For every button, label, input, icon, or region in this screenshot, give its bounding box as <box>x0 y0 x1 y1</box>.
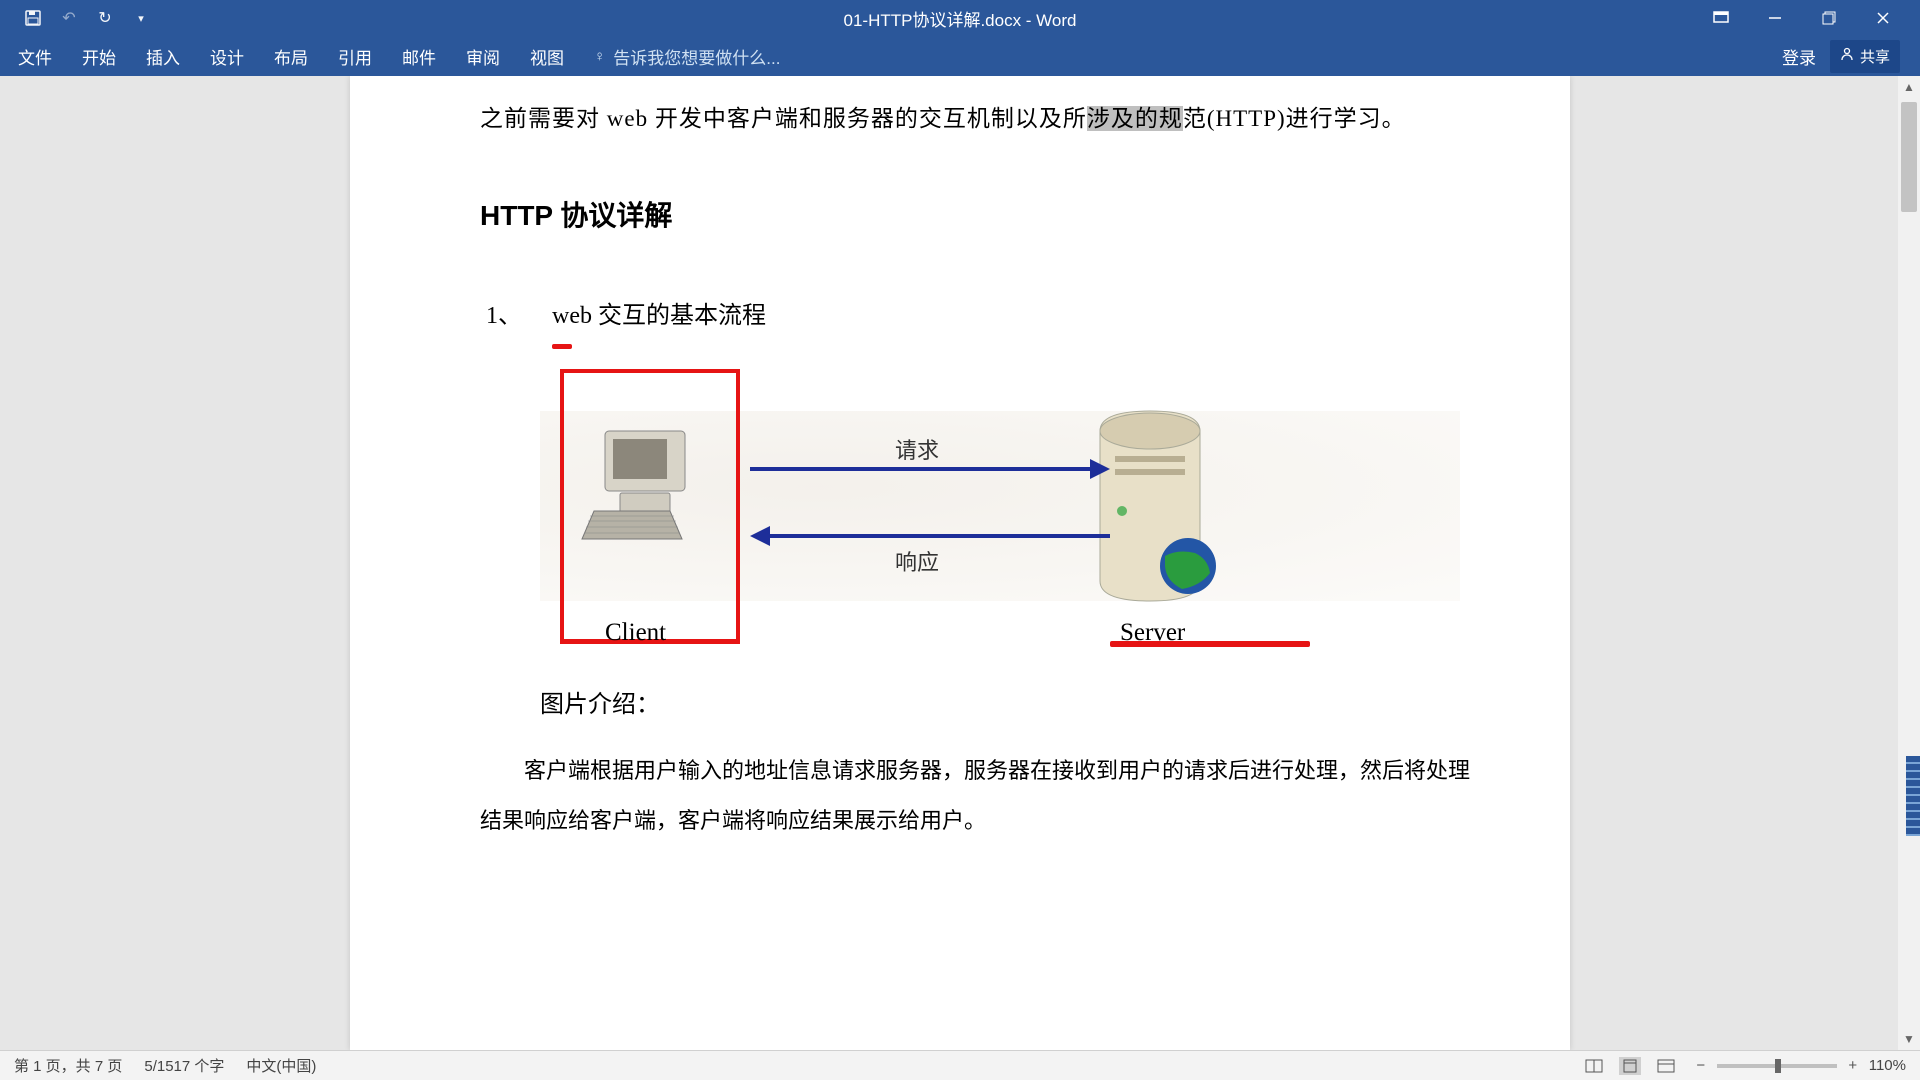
share-button[interactable]: 共享 <box>1830 40 1900 73</box>
web-layout-icon[interactable] <box>1655 1057 1677 1075</box>
scroll-down-icon[interactable]: ▼ <box>1898 1028 1920 1050</box>
heading-http: HTTP 协议详解 <box>480 185 1470 247</box>
tell-me-placeholder: 告诉我您想要做什么... <box>613 44 780 69</box>
section-1-heading: 1、 web 交互的基本流程 <box>480 290 1470 343</box>
client-computer-icon <box>570 421 720 581</box>
intro-text-before: 之前需要对 web 开发中客户端和服务器的交互机制以及所 <box>480 106 1087 131</box>
zoom-track[interactable] <box>1717 1064 1837 1068</box>
statusbar: 第 1 页，共 7 页 5/1517 个字 中文(中国) − + 110% <box>0 1050 1920 1080</box>
undo-icon[interactable]: ↶ <box>60 9 78 27</box>
side-tab-indicator[interactable] <box>1906 756 1920 836</box>
scroll-up-icon[interactable]: ▲ <box>1898 76 1920 98</box>
zoom-in-button[interactable]: + <box>1845 1058 1861 1074</box>
request-label: 请求 <box>895 427 939 475</box>
response-label: 响应 <box>895 539 939 587</box>
word-count[interactable]: 5/1517 个字 <box>144 1055 224 1076</box>
bulb-icon: ♀ <box>594 48 605 65</box>
tab-references[interactable]: 引用 <box>338 44 372 69</box>
server-label: Server <box>1120 605 1185 660</box>
document-title: 01-HTTP协议详解.docx - Word <box>843 6 1076 31</box>
share-label: 共享 <box>1860 46 1890 67</box>
vertical-scrollbar[interactable]: ▲ ▼ <box>1898 76 1920 1050</box>
tell-me-search[interactable]: ♀ 告诉我您想要做什么... <box>594 44 780 69</box>
read-mode-icon[interactable] <box>1583 1057 1605 1075</box>
qat-customize-icon[interactable]: ▾ <box>132 9 150 27</box>
quick-access-toolbar: ↶ ↻ ▾ <box>24 9 150 27</box>
tab-insert[interactable]: 插入 <box>146 44 180 69</box>
tab-file[interactable]: 文件 <box>18 44 52 69</box>
section-title: web 交互的基本流程 <box>552 303 766 329</box>
body-paragraph: 客户端根据用户输入的地址信息请求服务器，服务器在接收到用户的请求后进行处理，然后… <box>480 746 1470 847</box>
redo-icon[interactable]: ↻ <box>96 9 114 27</box>
tab-layout[interactable]: 布局 <box>274 44 308 69</box>
tab-design[interactable]: 设计 <box>210 44 244 69</box>
server-annotation-underline <box>1110 641 1310 647</box>
restore-icon[interactable] <box>1820 9 1838 27</box>
ribbon-display-options-icon[interactable] <box>1712 9 1730 27</box>
zoom-out-button[interactable]: − <box>1693 1058 1709 1074</box>
tab-review[interactable]: 审阅 <box>466 44 500 69</box>
section-number: 1、 <box>486 290 522 343</box>
client-server-diagram: 请求 响应 Client Server <box>480 361 1470 661</box>
document-canvas[interactable]: 之前需要对 web 开发中客户端和服务器的交互机制以及所涉及的规范(HTTP)进… <box>0 76 1920 1050</box>
intro-paragraph: 之前需要对 web 开发中客户端和服务器的交互机制以及所涉及的规范(HTTP)进… <box>480 94 1470 145</box>
save-icon[interactable] <box>24 9 42 27</box>
scrollbar-thumb[interactable] <box>1901 102 1917 212</box>
titlebar: ↶ ↻ ▾ 01-HTTP协议详解.docx - Word <box>0 0 1920 36</box>
tab-view[interactable]: 视图 <box>530 44 564 69</box>
subheading-image-intro: 图片介绍： <box>540 679 1470 732</box>
window-controls <box>1712 9 1892 27</box>
tab-mailings[interactable]: 邮件 <box>402 44 436 69</box>
server-tower-icon <box>1070 401 1240 611</box>
spell-error-underline <box>552 344 572 349</box>
language[interactable]: 中文(中国) <box>246 1055 316 1076</box>
intro-text-after: 范(HTTP)进行学习。 <box>1183 106 1406 131</box>
minimize-icon[interactable] <box>1766 9 1784 27</box>
zoom-level[interactable]: 110% <box>1869 1057 1906 1074</box>
selected-text: 涉及的规 <box>1087 106 1183 131</box>
tab-home[interactable]: 开始 <box>82 44 116 69</box>
close-icon[interactable] <box>1874 9 1892 27</box>
login-button[interactable]: 登录 <box>1782 44 1816 69</box>
zoom-slider: − + 110% <box>1693 1057 1906 1074</box>
client-label: Client <box>605 605 666 660</box>
view-mode-switcher <box>1583 1057 1677 1075</box>
zoom-knob[interactable] <box>1775 1059 1781 1073</box>
page: 之前需要对 web 开发中客户端和服务器的交互机制以及所涉及的规范(HTTP)进… <box>350 76 1570 1050</box>
page-info[interactable]: 第 1 页，共 7 页 <box>14 1055 122 1076</box>
print-layout-icon[interactable] <box>1619 1057 1641 1075</box>
ribbon-tabs: 文件 开始 插入 设计 布局 引用 邮件 审阅 视图 ♀ 告诉我您想要做什么..… <box>0 36 1920 76</box>
share-icon <box>1840 47 1854 65</box>
